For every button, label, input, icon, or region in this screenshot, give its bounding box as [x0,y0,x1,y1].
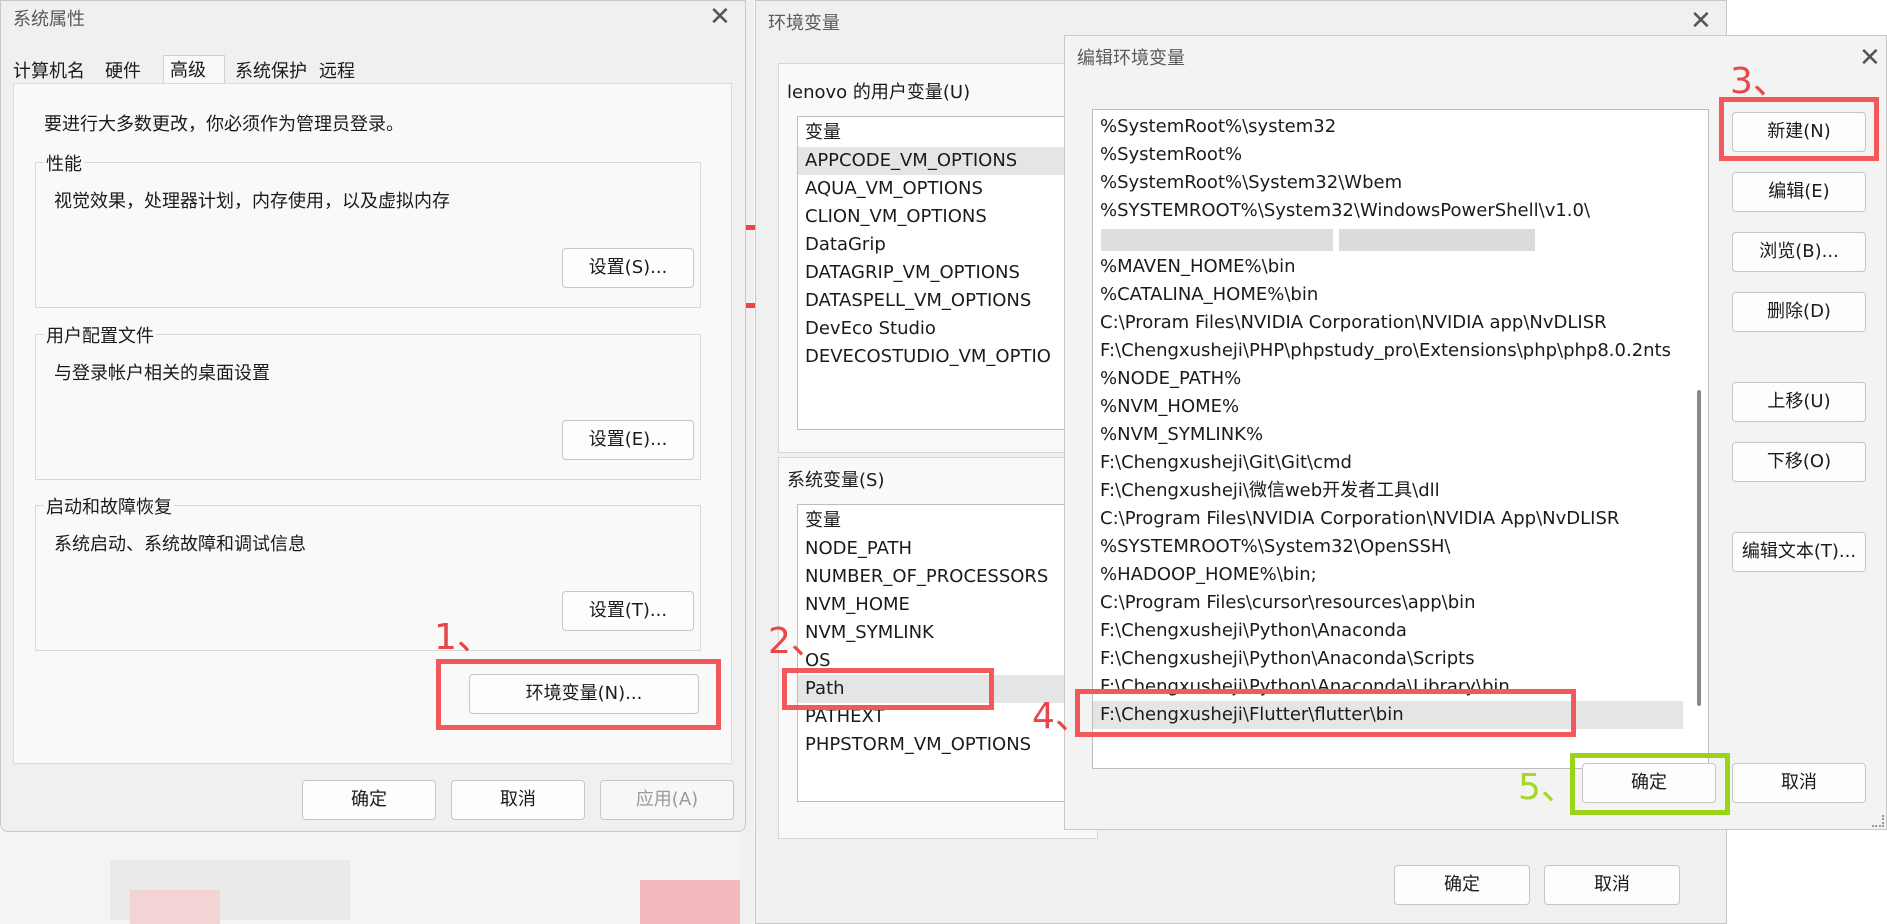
resize-grip-icon[interactable] [1872,815,1884,827]
list-item[interactable]: %SystemRoot%\System32\Wbem [1093,169,1683,197]
list-item[interactable]: NODE_PATH [798,535,1098,563]
highlight-ok-button [1570,753,1730,815]
performance-desc: 视觉效果，处理器计划，内存使用，以及虚拟内存 [54,191,450,212]
user-vars-list[interactable]: 变量 APPCODE_VM_OPTIONS AQUA_VM_OPTIONS CL… [797,116,1099,430]
list-item[interactable]: DevEco Studio [798,315,1098,343]
list-item[interactable]: F:\Chengxusheji\Git\Git\cmd [1093,449,1683,477]
list-item[interactable]: DataGrip [798,231,1098,259]
list-item[interactable]: F:\Chengxusheji\PHP\phpstudy_pro\Extensi… [1093,337,1683,365]
step-2-label: 2、 [768,621,827,662]
list-item[interactable]: F:\Chengxusheji\微信web开发者工具\dll [1093,477,1683,505]
list-item[interactable]: %NVM_SYMLINK% [1093,421,1683,449]
list-item[interactable]: %CATALINA_HOME%\bin [1093,281,1683,309]
startup-recovery-desc: 系统启动、系统故障和调试信息 [54,534,306,555]
startup-recovery-label: 启动和故障恢复 [44,493,174,519]
window-title: 环境变量 [768,13,840,33]
close-icon[interactable]: ✕ [1690,7,1712,33]
tab-remote[interactable]: 远程 [319,57,355,83]
list-item[interactable]: %NVM_HOME% [1093,393,1683,421]
highlight-flutter-path [1075,689,1576,737]
list-item[interactable]: %SYSTEMROOT%\System32\WindowsPowerShell\… [1093,197,1683,225]
list-item[interactable]: NVM_SYMLINK [798,619,1098,647]
window-title: 系统属性 [13,9,85,29]
edit-button[interactable]: 编辑(E) [1732,172,1866,212]
list-item[interactable]: C:\Program Files\NVIDIA Corporation\NVID… [1093,505,1683,533]
redacted-block [1101,229,1333,251]
list-header[interactable]: 变量 [798,117,1098,147]
step-4-label: 4、 [1032,696,1091,737]
user-vars-panel: lenovo 的用户变量(U) 变量 APPCODE_VM_OPTIONS AQ… [778,63,1099,453]
performance-settings-button[interactable]: 设置(S)... [562,248,694,288]
list-item[interactable]: DEVECOSTUDIO_VM_OPTIO [798,343,1098,371]
list-item[interactable]: APPCODE_VM_OPTIONS [798,147,1098,175]
list-item[interactable]: %SystemRoot% [1093,141,1683,169]
user-vars-label: lenovo 的用户变量(U) [787,82,971,103]
background-blur [130,890,220,924]
tab-hardware[interactable]: 硬件 [105,57,141,83]
admin-note: 要进行大多数更改，你必须作为管理员登录。 [44,114,404,135]
startup-recovery-group: 启动和故障恢复 系统启动、系统故障和调试信息 设置(T)... [35,493,701,651]
apply-button[interactable]: 应用(A) [600,780,734,820]
list-item[interactable]: DATASPELL_VM_OPTIONS [798,287,1098,315]
performance-group: 性能 视觉效果，处理器计划，内存使用，以及虚拟内存 设置(S)... [35,150,701,308]
list-item[interactable]: F:\Chengxusheji\Python\Anaconda [1093,617,1683,645]
list-item[interactable]: %SYSTEMROOT%\System32\OpenSSH\ [1093,533,1683,561]
performance-label: 性能 [44,150,84,176]
redacted-block [1339,229,1535,251]
ok-button[interactable]: 确定 [302,780,436,820]
step-3-label: 3、 [1730,61,1789,102]
browse-button[interactable]: 浏览(B)... [1732,232,1866,272]
scrollbar-thumb[interactable] [1697,390,1701,706]
system-vars-list[interactable]: 变量 NODE_PATH NUMBER_OF_PROCESSORS NVM_HO… [797,504,1099,802]
list-item[interactable]: DATAGRIP_VM_OPTIONS [798,259,1098,287]
close-icon[interactable]: ✕ [709,3,731,29]
user-profiles-group: 用户配置文件 与登录帐户相关的桌面设置 设置(E)... [35,322,701,480]
tab-computer-name[interactable]: 计算机名 [13,57,85,83]
path-entries-list[interactable]: %SystemRoot%\system32 %SystemRoot% %Syst… [1092,109,1709,769]
step-1-label: 1、 [434,617,493,658]
background-blur [640,880,750,924]
step-5-label: 5、 [1518,767,1577,808]
list-item[interactable]: %HADOOP_HOME%\bin; [1093,561,1683,589]
window-title: 编辑环境变量 [1077,48,1185,68]
move-down-button[interactable]: 下移(O) [1732,442,1866,482]
cancel-button[interactable]: 取消 [451,780,585,820]
cancel-button[interactable]: 取消 [1732,763,1866,803]
ok-button[interactable]: 确定 [1394,865,1530,905]
list-item[interactable]: C:\Program Files\cursor\resources\app\bi… [1093,589,1683,617]
list-item-redacted[interactable] [1093,225,1683,253]
list-item[interactable]: NVM_HOME [798,591,1098,619]
list-item[interactable]: %MAVEN_HOME%\bin [1093,253,1683,281]
list-item[interactable]: %NODE_PATH% [1093,365,1683,393]
highlight-path-row [782,668,994,710]
delete-button[interactable]: 删除(D) [1732,292,1866,332]
list-item[interactable]: C:\Proram Files\NVIDIA Corporation\NVIDI… [1093,309,1683,337]
system-vars-label: 系统变量(S) [787,470,885,491]
cancel-button[interactable]: 取消 [1544,865,1680,905]
user-profiles-desc: 与登录帐户相关的桌面设置 [54,363,270,384]
startup-recovery-settings-button[interactable]: 设置(T)... [562,591,694,631]
user-profiles-label: 用户配置文件 [44,322,156,348]
close-icon[interactable]: ✕ [1859,44,1881,70]
tab-system-protection[interactable]: 系统保护 [235,57,307,83]
move-up-button[interactable]: 上移(U) [1732,382,1866,422]
list-item[interactable]: F:\Chengxusheji\Python\Anaconda\Scripts [1093,645,1683,673]
user-profiles-settings-button[interactable]: 设置(E)... [562,420,694,460]
list-item[interactable]: NUMBER_OF_PROCESSORS [798,563,1098,591]
edit-text-button[interactable]: 编辑文本(T)... [1732,532,1866,572]
highlight-new-button [1719,97,1879,161]
list-item[interactable]: CLION_VM_OPTIONS [798,203,1098,231]
list-header[interactable]: 变量 [798,505,1098,535]
highlight-env-button [436,659,721,730]
list-item[interactable]: AQUA_VM_OPTIONS [798,175,1098,203]
path-rows: %SystemRoot%\system32 %SystemRoot% %Syst… [1093,110,1683,729]
list-item[interactable]: %SystemRoot%\system32 [1093,113,1683,141]
